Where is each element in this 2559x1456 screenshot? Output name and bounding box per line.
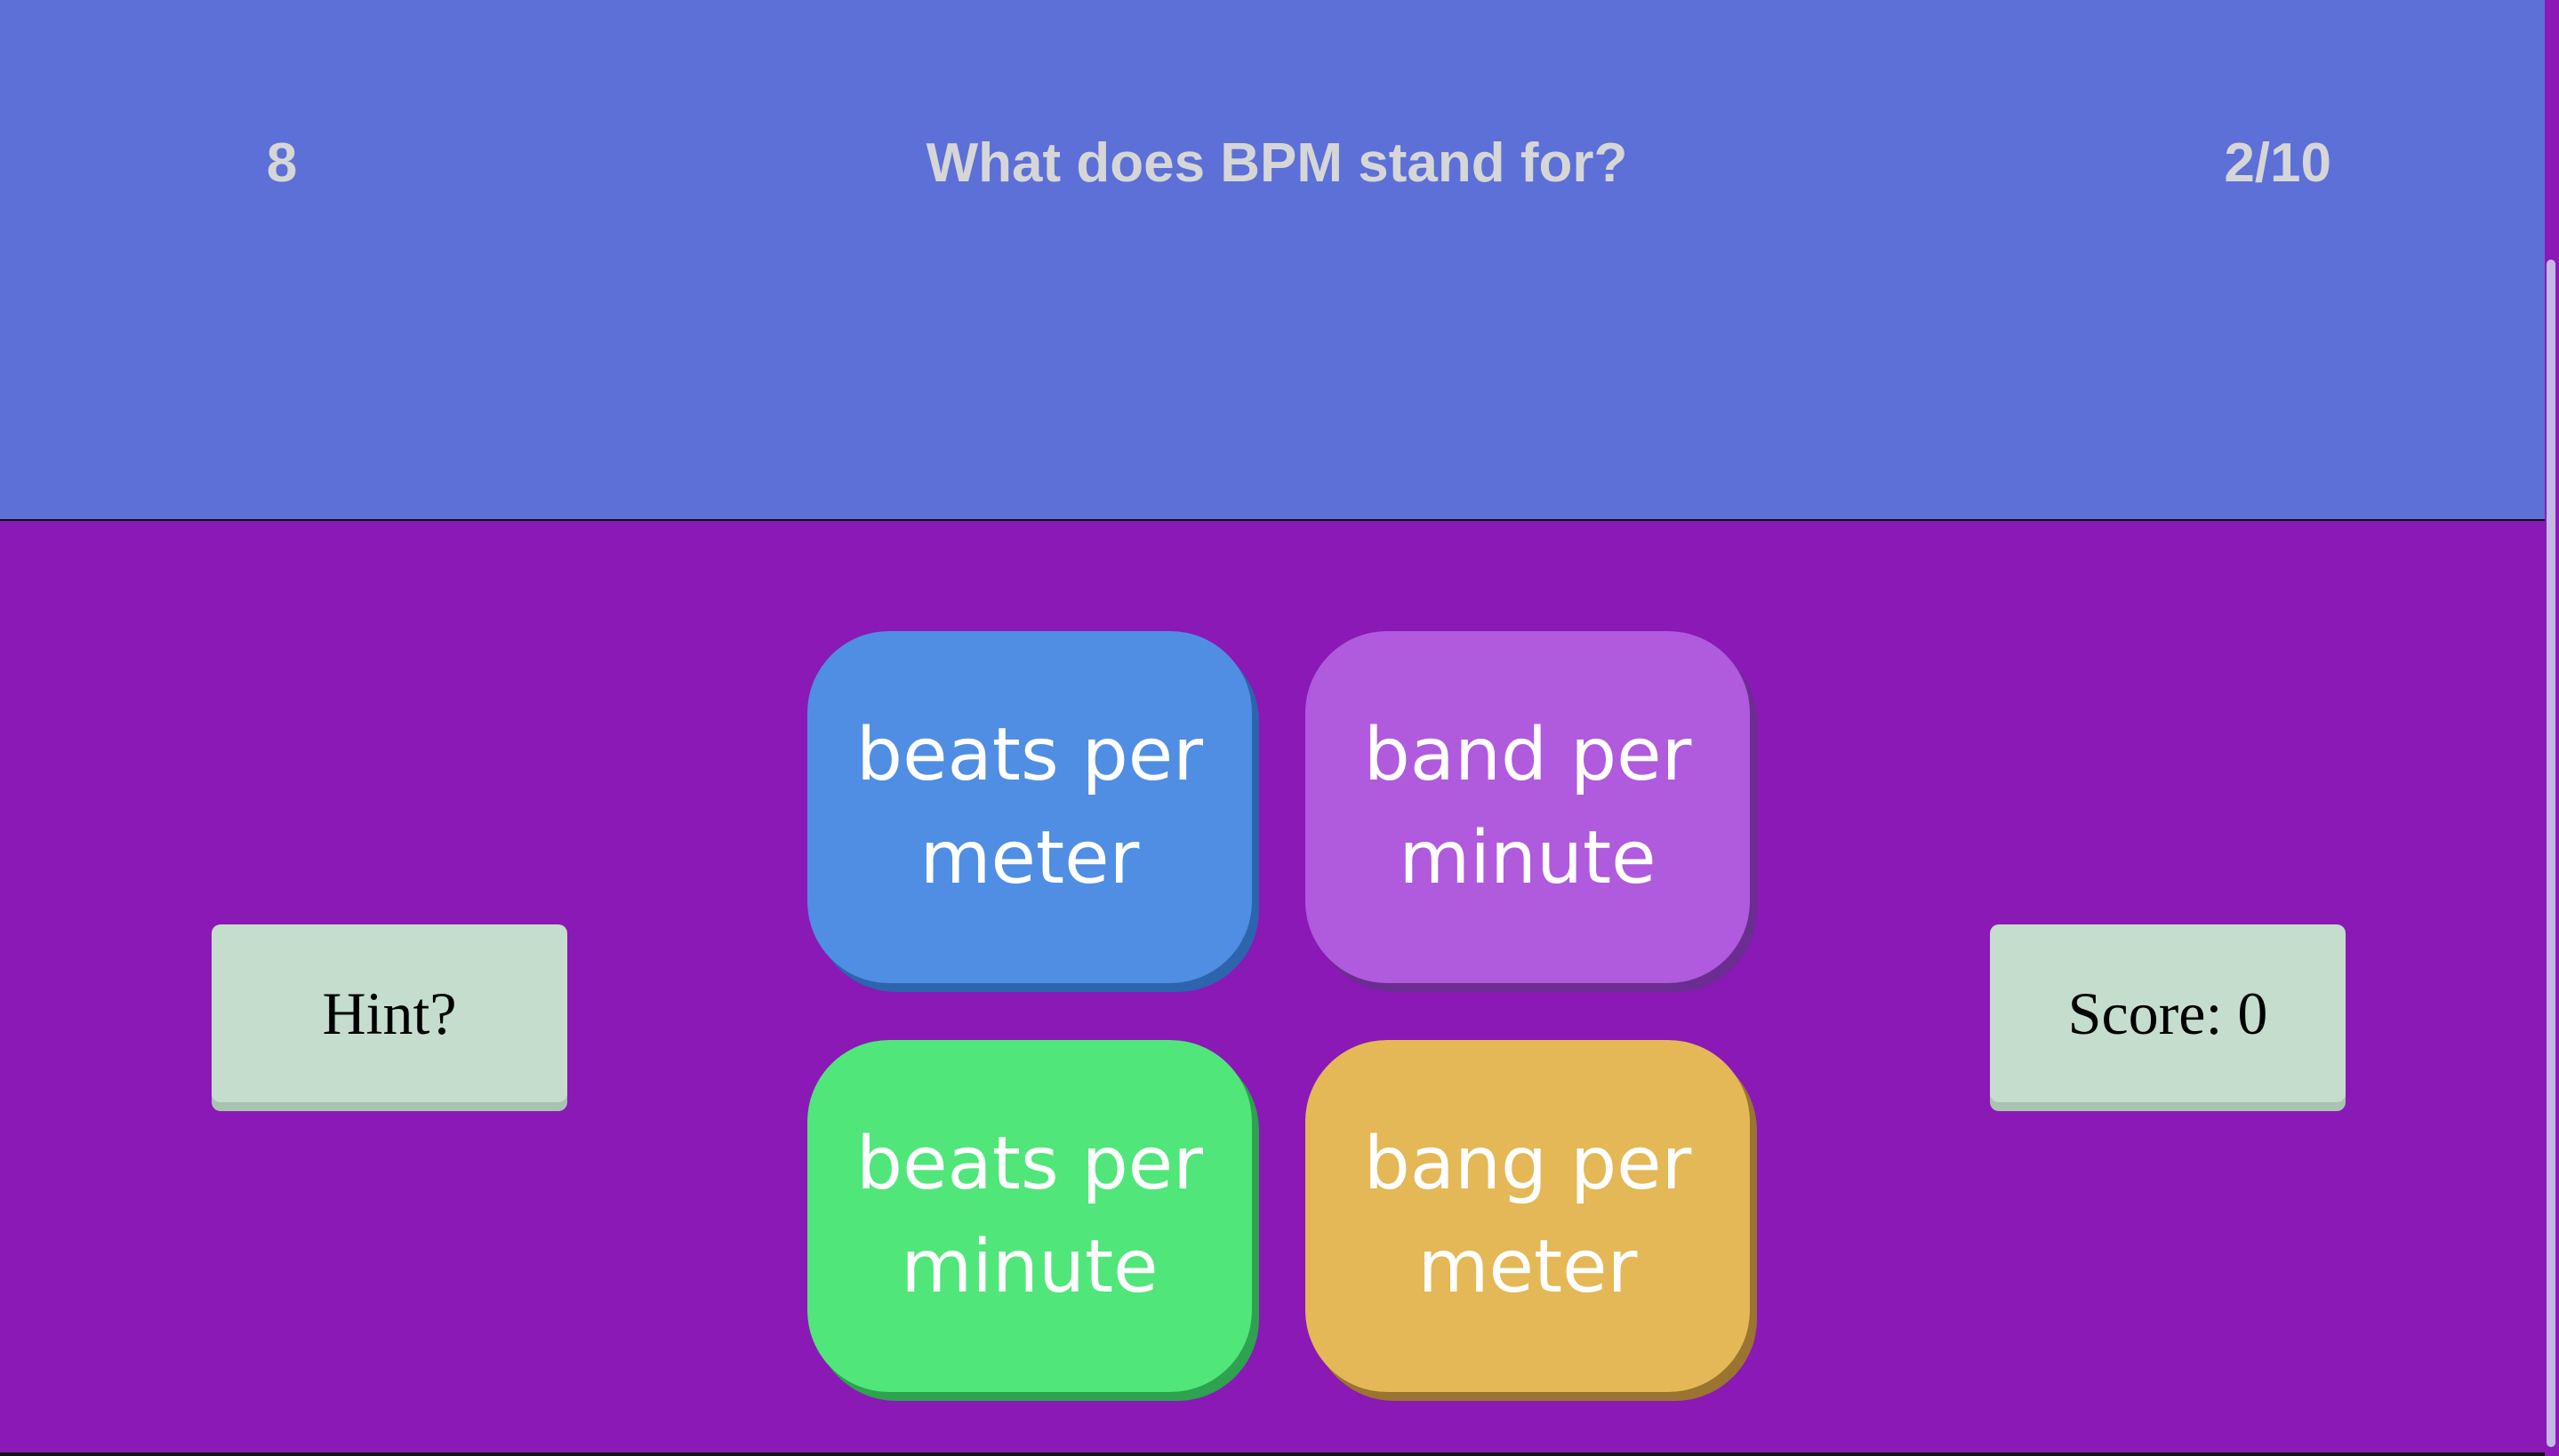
countdown-timer: 8: [266, 132, 298, 194]
answer-option-4[interactable]: bang per meter: [1305, 1040, 1750, 1392]
answer-option-label: bang per meter: [1363, 1122, 1692, 1309]
score-display: Score: 0: [1990, 924, 2346, 1102]
answer-option-label: beats per minute: [856, 1122, 1203, 1309]
scrollbar-thumb[interactable]: [2547, 260, 2555, 1447]
answer-option-2[interactable]: band per minute: [1305, 631, 1750, 983]
question-counter: 2/10: [2224, 132, 2331, 194]
question-text: What does BPM stand for?: [926, 132, 1628, 194]
answer-option-label: beats per meter: [856, 713, 1203, 900]
answer-option-label: band per minute: [1363, 713, 1692, 900]
question-header: 8 What does BPM stand for? 2/10: [0, 0, 2545, 521]
answer-option-1[interactable]: beats per meter: [807, 631, 1252, 983]
hint-button[interactable]: Hint?: [212, 924, 567, 1102]
answer-option-3[interactable]: beats per minute: [807, 1040, 1252, 1392]
